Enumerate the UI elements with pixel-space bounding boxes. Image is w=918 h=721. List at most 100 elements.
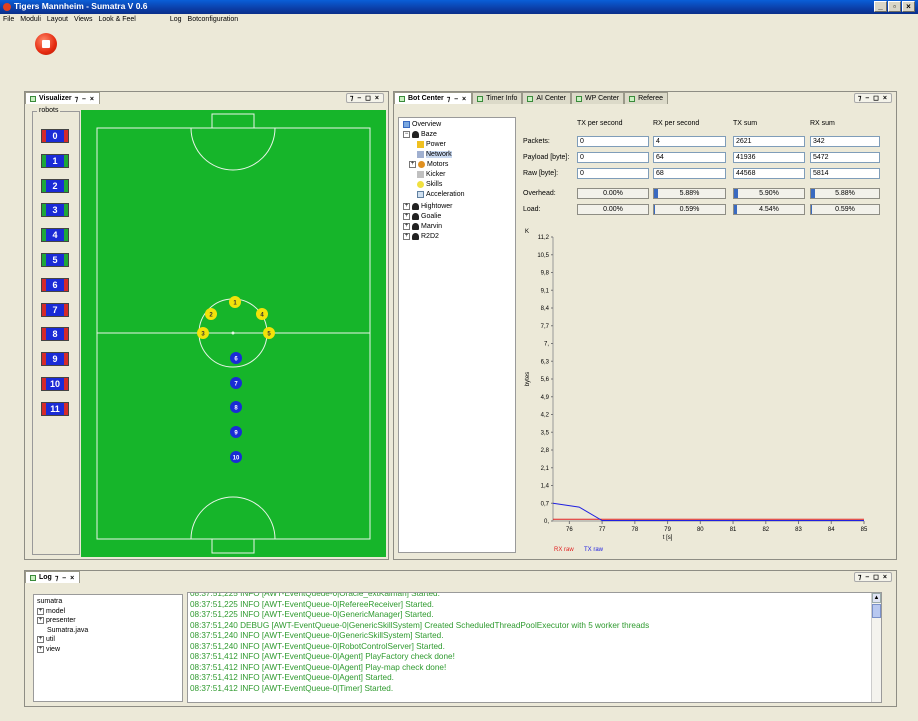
raw-field-0[interactable]: 0 xyxy=(577,168,649,179)
expand-icon[interactable]: + xyxy=(403,233,410,240)
menu-file[interactable]: File xyxy=(0,14,17,25)
tree-item-baze[interactable]: − Baze xyxy=(403,131,437,138)
payload-field-0[interactable]: 0 xyxy=(577,152,649,163)
packets-field-2[interactable]: 2621 xyxy=(733,136,805,147)
log-line: 08:37:51,225 INFO [AWT-EventQueue-0|Orac… xyxy=(190,592,440,598)
robot-button-1[interactable]: 1 xyxy=(41,153,69,168)
packets-field-1[interactable]: 4 xyxy=(653,136,726,147)
tree-item-power[interactable]: Power xyxy=(417,141,446,148)
tab-ai-center[interactable]: AI Center xyxy=(522,92,571,104)
tab-referee[interactable]: Referee xyxy=(624,92,668,104)
y-tick-label: 6,3 xyxy=(541,359,550,365)
payload-field-1[interactable]: 64 xyxy=(653,152,726,163)
yellow-bot-4[interactable]: 4 xyxy=(256,308,268,320)
menu-look-and-feel[interactable]: Look & Feel xyxy=(95,14,138,25)
expand-icon[interactable]: + xyxy=(37,645,44,653)
log-tree-item-model[interactable]: + model xyxy=(37,607,65,615)
robot-button-9[interactable]: 9 xyxy=(41,352,69,367)
yellow-bot-2[interactable]: 2 xyxy=(205,308,217,320)
yellow-bot-3[interactable]: 3 xyxy=(197,327,209,339)
log-tree-item-sumatra-java[interactable]: Sumatra.java xyxy=(47,627,88,634)
robot-button-0[interactable]: 0 xyxy=(41,129,69,143)
log-output[interactable]: 08:37:51,225 INFO [AWT-EventQueue-0|Orac… xyxy=(187,592,882,703)
menu-views[interactable]: Views xyxy=(71,14,96,25)
packets-field-0[interactable]: 0 xyxy=(577,136,649,147)
panel-window-controls[interactable]: ⁊ – ◻ × xyxy=(345,93,384,103)
tree-item-r2d2[interactable]: + R2D2 xyxy=(403,233,439,240)
tab-bot-center[interactable]: Bot Center ⁊ – × xyxy=(394,92,473,104)
robot-button-4[interactable]: 4 xyxy=(41,228,69,243)
scroll-up-icon[interactable]: ▲ xyxy=(872,593,881,603)
log-scrollbar[interactable]: ▲ xyxy=(871,593,881,702)
maximize-button[interactable]: ▫ xyxy=(888,1,901,12)
x-tick-label: 78 xyxy=(631,527,638,533)
log-tree-item-sumatra[interactable]: sumatra xyxy=(37,598,62,605)
log-tree-item-view[interactable]: + view xyxy=(37,645,60,653)
tab-controls[interactable]: ⁊ – × xyxy=(447,95,467,103)
expand-icon[interactable]: + xyxy=(409,161,416,168)
raw-field-2[interactable]: 44568 xyxy=(733,168,805,179)
tree-item-goalie[interactable]: + Goalie xyxy=(403,213,441,220)
robot-button-3[interactable]: 3 xyxy=(41,203,69,218)
tab-log[interactable]: Log ⁊ – × xyxy=(25,571,81,583)
y-tick-label: 4,2 xyxy=(541,413,550,419)
tree-item-acceleration[interactable]: Acceleration xyxy=(417,191,465,198)
log-tree-item-presenter[interactable]: + presenter xyxy=(37,617,76,624)
tab-timer-info[interactable]: Timer Info xyxy=(472,92,523,104)
panel-window-controls[interactable]: ⁊ – ◻ × xyxy=(853,572,892,582)
expand-icon[interactable]: + xyxy=(403,213,410,220)
payload-field-3[interactable]: 5472 xyxy=(810,152,880,163)
expand-icon[interactable]: + xyxy=(403,223,410,230)
payload-field-2[interactable]: 41936 xyxy=(733,152,805,163)
expand-icon[interactable]: + xyxy=(37,617,44,624)
title-bar[interactable]: Tigers Mannheim - Sumatra V 0.6 _ ▫ × xyxy=(0,0,918,14)
blue-bot-6[interactable]: 6 xyxy=(230,352,242,364)
blue-bot-10[interactable]: 10 xyxy=(230,451,242,463)
tree-item-marvin[interactable]: + Marvin xyxy=(403,223,442,230)
robot-button-7[interactable]: 7 xyxy=(41,302,69,317)
robot-button-8[interactable]: 8 xyxy=(41,327,69,342)
panel-window-controls[interactable]: ⁊ – ◻ × xyxy=(853,93,892,103)
tree-item-motors[interactable]: + Motors xyxy=(409,161,448,168)
menu-log[interactable]: Log xyxy=(167,14,185,25)
menu-moduli[interactable]: Moduli xyxy=(17,14,44,25)
tab-controls[interactable]: ⁊ – × xyxy=(75,95,95,103)
packets-field-3[interactable]: 342 xyxy=(810,136,880,147)
tree-item-kicker[interactable]: Kicker xyxy=(417,171,445,178)
expand-icon[interactable]: + xyxy=(403,203,410,210)
blue-bot-8[interactable]: 8 xyxy=(230,401,242,413)
robot-button-11[interactable]: 11 xyxy=(41,401,69,416)
tree-item-hightower[interactable]: + Hightower xyxy=(403,203,453,210)
raw-field-1[interactable]: 68 xyxy=(653,168,726,179)
yellow-bot-1[interactable]: 1 xyxy=(229,296,241,308)
raw-field-3[interactable]: 5814 xyxy=(810,168,880,179)
view-icon xyxy=(629,95,636,102)
load-bar-0: 0.00% xyxy=(577,204,649,215)
tree-item-overview[interactable]: Overview xyxy=(403,121,441,128)
tab-wp-center[interactable]: WP Center xyxy=(570,92,625,104)
expand-icon[interactable]: + xyxy=(37,607,44,615)
expand-icon[interactable]: + xyxy=(37,636,44,643)
scroll-thumb[interactable] xyxy=(872,604,881,618)
robot-button-2[interactable]: 2 xyxy=(41,178,69,193)
log-tree-item-util[interactable]: + util xyxy=(37,636,55,643)
tab-visualizer[interactable]: Visualizer ⁊ – × xyxy=(25,92,100,104)
soccer-field[interactable]: 1 2 3 4 5 6 7 8 9 10 xyxy=(81,110,386,557)
load-bar-fill xyxy=(734,205,738,214)
x-tick-label: 80 xyxy=(697,527,704,533)
stop-button[interactable] xyxy=(35,33,57,55)
minimize-button[interactable]: _ xyxy=(874,1,887,12)
robot-button-5[interactable]: 5 xyxy=(41,253,69,267)
menu-layout[interactable]: Layout xyxy=(44,14,71,25)
menu-botconfiguration[interactable]: Botconfiguration xyxy=(185,14,242,25)
collapse-icon[interactable]: − xyxy=(403,131,410,138)
close-window-button[interactable]: × xyxy=(902,1,915,12)
tree-item-skills[interactable]: Skills xyxy=(417,181,442,188)
blue-bot-9[interactable]: 9 xyxy=(230,426,242,438)
robot-button-6[interactable]: 6 xyxy=(41,277,69,292)
yellow-bot-5[interactable]: 5 xyxy=(263,327,275,339)
robot-button-10[interactable]: 10 xyxy=(41,377,69,391)
blue-bot-7[interactable]: 7 xyxy=(230,377,242,389)
tree-item-network[interactable]: Network xyxy=(417,151,452,158)
tab-controls[interactable]: ⁊ – × xyxy=(55,574,75,582)
